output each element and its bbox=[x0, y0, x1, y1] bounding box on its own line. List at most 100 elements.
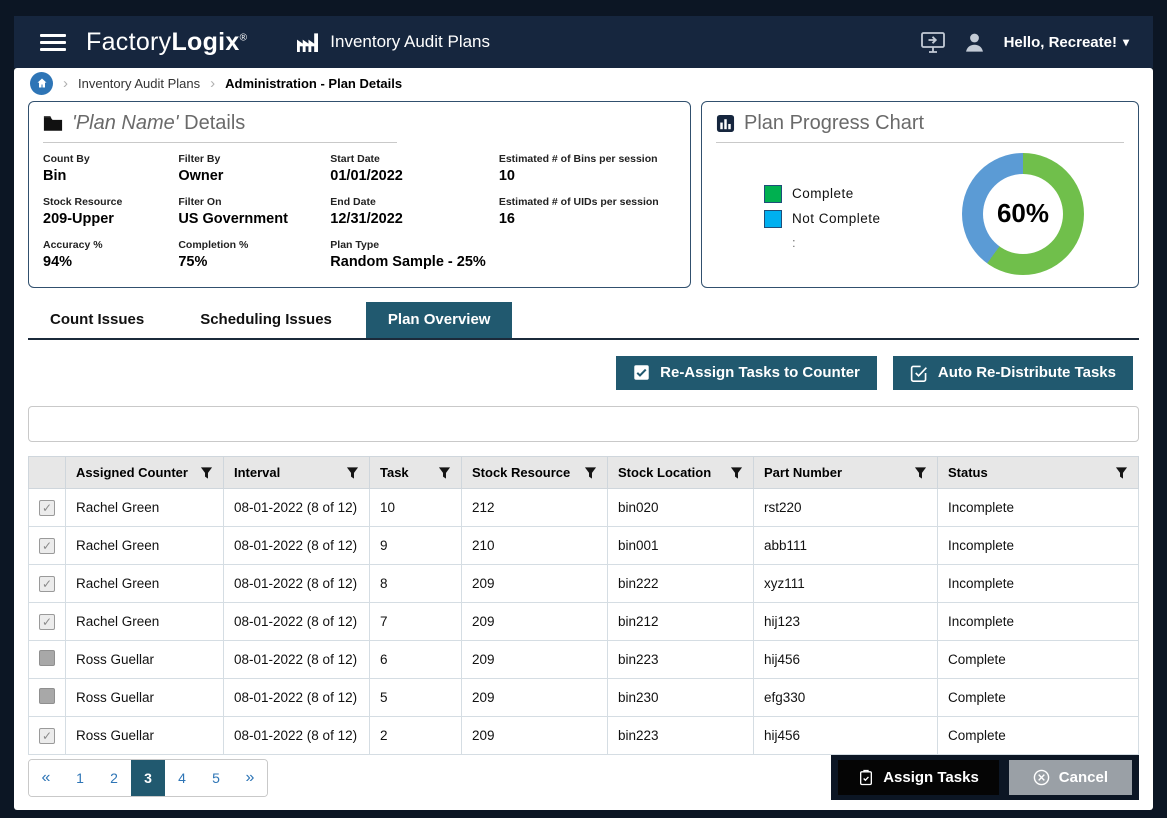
monitor-share-icon[interactable] bbox=[921, 32, 945, 53]
table-cell: 209 bbox=[462, 679, 608, 717]
legend-item: Not Complete bbox=[764, 210, 881, 228]
details-title-text: Details bbox=[179, 112, 246, 134]
caret-down-icon: ▾ bbox=[1123, 35, 1129, 49]
table-footer: «12345» Assign Tasks Cancel bbox=[28, 755, 1139, 802]
table-cell: 8 bbox=[370, 565, 462, 603]
filter-icon[interactable] bbox=[438, 466, 451, 480]
detail-field-value: 12/31/2022 bbox=[330, 211, 491, 227]
tab-plan-overview[interactable]: Plan Overview bbox=[366, 302, 513, 338]
tab-scheduling-issues[interactable]: Scheduling Issues bbox=[178, 302, 354, 338]
filter-icon[interactable] bbox=[730, 466, 743, 480]
hamburger-menu-icon[interactable] bbox=[40, 34, 66, 51]
tab-count-issues[interactable]: Count Issues bbox=[28, 302, 166, 338]
table-cell: bin222 bbox=[608, 565, 754, 603]
table-cell: Complete bbox=[938, 679, 1139, 717]
chart-legend: Complete Not Complete bbox=[764, 185, 881, 228]
table-row: Ross Guellar08-01-2022 (8 of 12)6209bin2… bbox=[29, 641, 1139, 679]
detail-field: Estimated # of Bins per session10 bbox=[499, 153, 676, 184]
table-cell: 209 bbox=[462, 717, 608, 755]
detail-field-value: 94% bbox=[43, 254, 170, 270]
table-cell: bin223 bbox=[608, 641, 754, 679]
row-checkbox-cell: ✓ bbox=[29, 603, 66, 641]
detail-field-label: Completion % bbox=[178, 239, 322, 251]
home-icon[interactable] bbox=[30, 72, 53, 95]
row-checkbox[interactable]: ✓ bbox=[39, 614, 55, 630]
pagination-prev[interactable]: « bbox=[29, 760, 63, 796]
detail-field-label: Estimated # of Bins per session bbox=[499, 153, 676, 165]
bar-chart-icon bbox=[716, 114, 735, 133]
cancel-button[interactable]: Cancel bbox=[1009, 760, 1132, 795]
column-label: Stock Location bbox=[618, 465, 711, 480]
pagination-page-1[interactable]: 1 bbox=[63, 760, 97, 796]
legend-colon: : bbox=[792, 235, 881, 250]
table-row: ✓Rachel Green08-01-2022 (8 of 12)7209bin… bbox=[29, 603, 1139, 641]
table-cell: 209 bbox=[462, 641, 608, 679]
table-cell: Incomplete bbox=[938, 603, 1139, 641]
auto-redistribute-tasks-button[interactable]: Auto Re-Distribute Tasks bbox=[893, 356, 1133, 390]
table-cell: 08-01-2022 (8 of 12) bbox=[224, 603, 370, 641]
plan-progress-panel: Plan Progress Chart Complete Not Complete… bbox=[701, 101, 1139, 288]
pagination-page-4[interactable]: 4 bbox=[165, 760, 199, 796]
table-row: ✓Rachel Green08-01-2022 (8 of 12)10212bi… bbox=[29, 489, 1139, 527]
header-select-cell bbox=[29, 457, 66, 489]
table-cell: Complete bbox=[938, 641, 1139, 679]
row-checkbox-cell: ✓ bbox=[29, 489, 66, 527]
table-cell: bin020 bbox=[608, 489, 754, 527]
table-cell: Ross Guellar bbox=[66, 679, 224, 717]
pagination-page-3[interactable]: 3 bbox=[131, 760, 165, 796]
filter-icon[interactable] bbox=[1115, 466, 1128, 480]
page-title: Inventory Audit Plans bbox=[330, 32, 490, 52]
table-cell: Ross Guellar bbox=[66, 717, 224, 755]
filter-icon[interactable] bbox=[584, 466, 597, 480]
pagination-page-2[interactable]: 2 bbox=[97, 760, 131, 796]
detail-field-value: 209-Upper bbox=[43, 211, 170, 227]
plan-details-panel: 'Plan Name' Details Count ByBinFilter By… bbox=[28, 101, 691, 288]
detail-field-label: Start Date bbox=[330, 153, 491, 165]
assign-tasks-button[interactable]: Assign Tasks bbox=[838, 760, 999, 795]
table-cell: 6 bbox=[370, 641, 462, 679]
row-checkbox[interactable] bbox=[39, 650, 55, 666]
cancel-label: Cancel bbox=[1059, 769, 1108, 786]
column-header: Task bbox=[370, 457, 462, 489]
table-cell: efg330 bbox=[754, 679, 938, 717]
table-row: ✓Ross Guellar08-01-2022 (8 of 12)2209bin… bbox=[29, 717, 1139, 755]
user-icon[interactable] bbox=[963, 31, 986, 54]
plan-progress-title: Plan Progress Chart bbox=[716, 112, 1124, 143]
legend-label: Complete bbox=[792, 186, 854, 201]
column-label: Assigned Counter bbox=[76, 465, 188, 480]
row-checkbox[interactable] bbox=[39, 688, 55, 704]
breadcrumb-separator-icon: › bbox=[63, 75, 68, 92]
table-cell: 08-01-2022 (8 of 12) bbox=[224, 717, 370, 755]
summary-panels: 'Plan Name' Details Count ByBinFilter By… bbox=[14, 99, 1153, 288]
progress-donut: 60% bbox=[962, 153, 1084, 275]
check-square-arrow-icon bbox=[910, 364, 928, 382]
row-checkbox[interactable]: ✓ bbox=[39, 538, 55, 554]
filter-icon[interactable] bbox=[346, 466, 359, 480]
table-cell: 10 bbox=[370, 489, 462, 527]
row-checkbox[interactable]: ✓ bbox=[39, 728, 55, 744]
detail-field-value: Owner bbox=[178, 168, 322, 184]
row-checkbox-cell: ✓ bbox=[29, 527, 66, 565]
filter-icon[interactable] bbox=[200, 466, 213, 480]
legend-swatch bbox=[764, 210, 782, 228]
table-cell: 210 bbox=[462, 527, 608, 565]
detail-field-value: 75% bbox=[178, 254, 322, 270]
breadcrumb-item-inventory-audit-plans[interactable]: Inventory Audit Plans bbox=[78, 76, 200, 91]
pagination-next[interactable]: » bbox=[233, 760, 267, 796]
circle-x-icon bbox=[1033, 769, 1050, 786]
pagination-page-5[interactable]: 5 bbox=[199, 760, 233, 796]
donut-center-label: 60% bbox=[962, 153, 1084, 275]
row-checkbox-cell: ✓ bbox=[29, 565, 66, 603]
filter-icon[interactable] bbox=[914, 466, 927, 480]
table-cell: Rachel Green bbox=[66, 527, 224, 565]
chart-legend-group: Complete Not Complete : bbox=[764, 178, 881, 250]
breadcrumb-current-page: Administration - Plan Details bbox=[225, 76, 402, 91]
row-checkbox[interactable]: ✓ bbox=[39, 500, 55, 516]
column-header: Part Number bbox=[754, 457, 938, 489]
detail-field: Completion % 75% bbox=[178, 239, 322, 270]
reassign-tasks-button[interactable]: Re-Assign Tasks to Counter bbox=[616, 356, 877, 390]
table-row: ✓Rachel Green08-01-2022 (8 of 12)8209bin… bbox=[29, 565, 1139, 603]
user-menu[interactable]: Hello, Recreate! ▾ bbox=[1004, 34, 1129, 51]
column-header: Stock Resource bbox=[462, 457, 608, 489]
row-checkbox[interactable]: ✓ bbox=[39, 576, 55, 592]
